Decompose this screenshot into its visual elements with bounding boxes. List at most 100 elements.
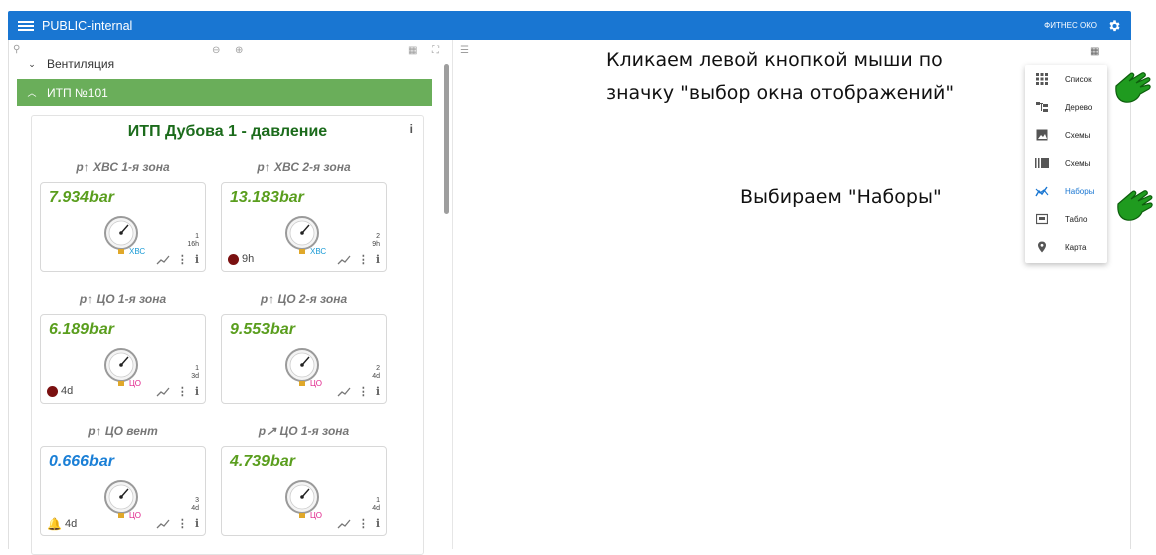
view-select-menu: Список Дерево Схемы Схемы Наборы Табло Карта: [1025, 65, 1107, 263]
sensor-label: p↗ ЦО 1-я зона: [258, 424, 350, 438]
more-vert-icon[interactable]: ⋮: [358, 253, 369, 266]
menu-item-map-pin[interactable]: Карта: [1025, 233, 1107, 261]
trend-chart-icon[interactable]: [337, 255, 351, 265]
trend-chart-icon[interactable]: [156, 387, 170, 397]
sensor-tag: ЦО: [310, 511, 322, 520]
menu-item-chart[interactable]: Наборы: [1025, 177, 1107, 205]
count-bottom: 4d: [372, 505, 380, 512]
chevron-up-icon: ︿: [27, 88, 37, 98]
menu-item-image[interactable]: Схемы: [1025, 121, 1107, 149]
sensor-label: p↑ ЦО 1-я зона: [79, 292, 167, 306]
app-header: PUBLIC-internal ФИТНЕС ОКО: [8, 11, 1131, 40]
sensor-tag: ЦО: [310, 379, 322, 388]
alarm-indicator[interactable]: 🔔 4d: [47, 517, 77, 531]
map-pin-icon: [1035, 241, 1049, 253]
trend-chart-icon[interactable]: [156, 519, 170, 529]
sensor-count: 1 3d: [191, 365, 199, 381]
count-top: 3: [195, 497, 199, 504]
sensor-card[interactable]: 13.183bar ХВС 2 9h 9h ⋮ i: [221, 182, 387, 272]
sensor-label: p↑ ЦО вент: [88, 424, 158, 438]
menu-item-gallery[interactable]: Схемы: [1025, 149, 1107, 177]
list-icon[interactable]: ☰: [460, 45, 469, 56]
sensor-value: 6.189bar: [49, 321, 114, 338]
sensor-count: 2 4d: [372, 365, 380, 381]
sensor-card[interactable]: 0.666bar ЦО 3 4d 🔔 4d ⋮ i: [40, 446, 206, 536]
sensor-value: 7.934bar: [49, 189, 114, 206]
more-vert-icon[interactable]: ⋮: [177, 253, 188, 266]
more-vert-icon[interactable]: ⋮: [177, 517, 188, 530]
sensor-tag: ЦО: [129, 379, 141, 388]
sensor-label: p↑ ХВС 2-я зона: [257, 160, 351, 174]
count-bottom: 4d: [372, 373, 380, 380]
info-icon[interactable]: i: [195, 253, 199, 266]
sensor-value: 0.666bar: [49, 453, 114, 470]
trend-chart-icon[interactable]: [337, 387, 351, 397]
more-vert-icon[interactable]: ⋮: [358, 385, 369, 398]
tree-item-label: Вентиляция: [47, 57, 115, 71]
user-name[interactable]: ФИТНЕС ОКО: [1044, 21, 1097, 30]
alarm-icon: [228, 253, 239, 265]
grid-icon: [1035, 73, 1049, 85]
alarm-indicator[interactable]: 4d: [47, 385, 73, 397]
info-icon[interactable]: i: [195, 385, 199, 398]
info-icon[interactable]: i: [195, 517, 199, 530]
sensor-card[interactable]: 6.189bar ЦО 1 3d 4d ⋮ i: [40, 314, 206, 404]
instruction-text-2: значку "выбор окна отображений": [606, 82, 955, 104]
tree-icon: [1035, 101, 1049, 113]
menu-item-grid[interactable]: Список: [1025, 65, 1107, 93]
menu-item-display[interactable]: Табло: [1025, 205, 1107, 233]
pointer-hand-icon: [1115, 72, 1151, 103]
sensor-count: 2 9h: [372, 233, 380, 249]
display-icon: [1035, 213, 1049, 225]
menu-item-label: Карта: [1065, 242, 1087, 252]
more-vert-icon[interactable]: ⋮: [358, 517, 369, 530]
sensor-tag: ХВС: [129, 247, 146, 256]
count-top: 1: [376, 497, 380, 504]
tree-item-itp[interactable]: ︿ ИТП №101: [17, 79, 432, 106]
menu-item-tree[interactable]: Дерево: [1025, 93, 1107, 121]
sensor-value: 9.553bar: [230, 321, 295, 338]
more-vert-icon[interactable]: ⋮: [177, 385, 188, 398]
trend-chart-icon[interactable]: [156, 255, 170, 265]
count-bottom: 16h: [187, 241, 199, 248]
gear-icon[interactable]: [1107, 19, 1121, 33]
count-bottom: 4d: [191, 505, 199, 512]
left-pane-scrollbar[interactable]: [444, 64, 449, 214]
sensor-card[interactable]: 9.553bar ЦО 2 4d ⋮ i: [221, 314, 387, 404]
alarm-time: 4d: [64, 518, 78, 530]
app-title: PUBLIC-internal: [42, 18, 133, 33]
trend-chart-icon[interactable]: [337, 519, 351, 529]
info-icon[interactable]: i: [376, 253, 380, 266]
chart-icon: [1035, 185, 1049, 197]
card-actions: ⋮ i: [337, 385, 380, 398]
expand-icon[interactable]: ⛶: [432, 45, 439, 56]
sensor-card[interactable]: 7.934bar ХВС 1 16h ⋮ i: [40, 182, 206, 272]
info-icon[interactable]: i: [376, 385, 380, 398]
card-actions: ⋮ i: [156, 517, 199, 530]
card-actions: ⋮ i: [337, 517, 380, 530]
menu-item-label: Дерево: [1065, 102, 1093, 112]
chevron-down-icon: ⌄: [28, 58, 36, 69]
bell-icon: 🔔: [47, 517, 62, 531]
pane-divider[interactable]: [452, 40, 453, 549]
pointer-hand-icon: [1117, 190, 1153, 221]
sensor-count: 3 4d: [191, 497, 199, 513]
menu-icon[interactable]: [18, 20, 34, 31]
info-icon[interactable]: i: [410, 122, 413, 136]
menu-item-label: Наборы: [1065, 186, 1095, 196]
count-bottom: 9h: [372, 241, 380, 248]
gallery-icon: [1035, 157, 1049, 169]
tree-item-ventilation[interactable]: ⌄ Вентиляция: [17, 50, 432, 78]
card-actions: ⋮ i: [156, 385, 199, 398]
instruction-text-3: Выбираем "Наборы": [740, 186, 942, 208]
sensor-value: 13.183bar: [230, 189, 304, 206]
menu-item-label: Схемы: [1065, 158, 1091, 168]
tree-item-label: ИТП №101: [47, 85, 108, 100]
info-icon[interactable]: i: [376, 517, 380, 530]
menu-item-label: Список: [1065, 74, 1092, 84]
alarm-time: 9h: [242, 253, 255, 265]
sensor-card[interactable]: 4.739bar ЦО 1 4d ⋮ i: [221, 446, 387, 536]
alarm-indicator[interactable]: 9h: [228, 253, 254, 265]
alarm-icon: [47, 385, 58, 397]
view-select-icon[interactable]: ▦: [1090, 46, 1099, 57]
